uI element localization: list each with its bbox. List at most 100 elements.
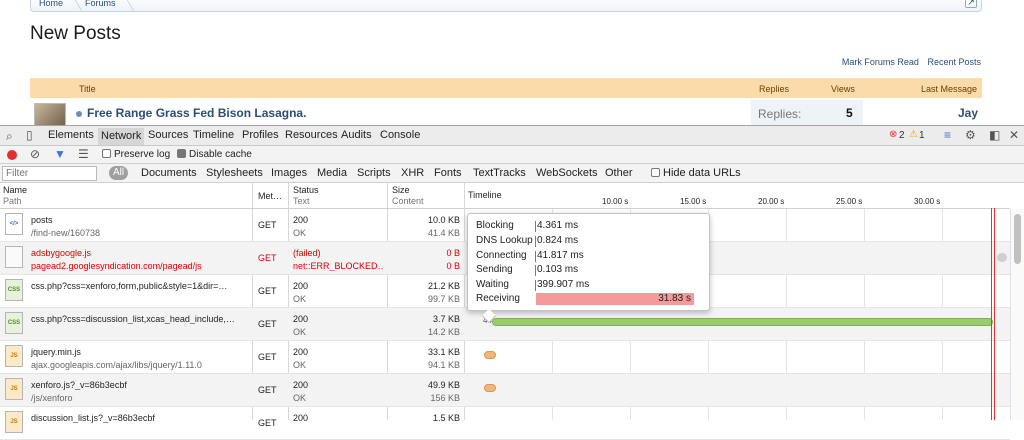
filter-websockets[interactable]: WebSockets <box>536 167 598 179</box>
inspect-icon[interactable]: ⌕ <box>6 129 13 144</box>
filter-xhr[interactable]: XHR <box>401 167 424 179</box>
page-title: New Posts <box>30 23 121 44</box>
tooltip-label: Waiting <box>476 279 509 290</box>
tooltip-label: Connecting <box>476 250 527 261</box>
waterfall-bar[interactable] <box>997 253 1007 262</box>
scrollbar-thumb[interactable] <box>1014 214 1021 264</box>
filter-images[interactable]: Images <box>271 167 307 179</box>
filter-icon[interactable]: ▼ <box>54 147 66 161</box>
hide-data-urls-checkbox[interactable]: Hide data URLs <box>651 167 741 179</box>
row-status-text: net::ERR_BLOCKED… <box>293 261 383 271</box>
table-row[interactable]: JS xenforo.js?_v=86b3ecbf /js/xenforo GE… <box>0 374 1010 407</box>
tooltip-label: DNS Lookup <box>476 235 533 246</box>
col-text[interactable]: Text <box>293 196 310 206</box>
recent-posts-link[interactable]: Recent Posts <box>927 57 981 67</box>
tick-label: 20.00 s <box>758 197 785 206</box>
col-size[interactable]: Size <box>392 185 410 195</box>
row-path: pagead2.googlesyndication.com/pagead/js <box>31 261 202 271</box>
tick-label: 30.00 s <box>914 197 941 206</box>
filter-all[interactable]: All <box>109 166 128 180</box>
col-method[interactable]: Met… <box>258 191 282 201</box>
forum-page: Home Forums ↗ New Posts Mark Forums Read… <box>0 0 1024 125</box>
thread-title[interactable]: Free Range Grass Fed Bison Lasagna. <box>87 106 306 120</box>
tab-audits[interactable]: Audits <box>341 129 372 141</box>
row-method: GET <box>258 286 277 296</box>
col-status[interactable]: Status <box>293 185 319 195</box>
row-method: GET <box>258 418 277 428</box>
row-size: 33.1 KB <box>427 347 460 357</box>
table-row[interactable]: JS discussion_list.js?_v=86b3ecbf GET 20… <box>0 407 1010 440</box>
header-title[interactable]: Title <box>79 84 96 94</box>
filter-fonts[interactable]: Fonts <box>434 167 462 179</box>
list-view-icon[interactable]: ☰ <box>78 147 89 161</box>
header-replies[interactable]: Replies <box>759 84 789 94</box>
row-name: posts <box>31 215 53 225</box>
error-count[interactable]: 2 <box>899 130 905 141</box>
avatar[interactable] <box>34 103 66 125</box>
error-icon[interactable]: ⊗ <box>889 129 897 140</box>
table-row[interactable]: JS jquery.min.js ajax.googleapis.com/aja… <box>0 341 1010 374</box>
settings-icon[interactable]: ⚙ <box>965 128 976 142</box>
tab-resources[interactable]: Resources <box>285 129 338 141</box>
waterfall-bar[interactable] <box>484 351 496 359</box>
thread-list-header: Title Replies Views Last Message <box>30 78 982 98</box>
filter-texttracks[interactable]: TextTracks <box>473 167 526 179</box>
row-name: xenforo.js?_v=86b3ecbf <box>31 380 127 390</box>
mark-forums-read-link[interactable]: Mark Forums Read <box>842 57 919 67</box>
filter-media[interactable]: Media <box>317 167 347 179</box>
last-message-user[interactable]: Jay <box>958 106 978 120</box>
timing-tick <box>535 251 536 262</box>
header-last-message[interactable]: Last Message <box>921 84 977 94</box>
breadcrumb-forums[interactable]: Forums <box>85 0 116 8</box>
row-status: 200 <box>293 347 309 357</box>
clear-icon[interactable]: ⊘ <box>30 147 40 161</box>
dock-icon[interactable]: ◧ <box>989 128 1000 142</box>
jump-icon[interactable]: ↗ <box>965 0 977 8</box>
row-status-text: OK <box>293 393 307 403</box>
disable-cache-checkbox[interactable]: Disable cache <box>177 149 252 160</box>
tab-elements[interactable]: Elements <box>48 129 94 141</box>
waterfall-bar[interactable] <box>484 384 496 392</box>
filter-input[interactable] <box>2 166 97 181</box>
load-marker <box>994 208 995 420</box>
tooltip-value: 31.83 s <box>658 293 691 304</box>
filter-scripts[interactable]: Scripts <box>357 167 391 179</box>
col-timeline[interactable]: Timeline <box>468 190 502 200</box>
row-size: 3.7 KB <box>432 314 460 324</box>
tick-label: 10.00 s <box>602 197 629 206</box>
tooltip-label: Blocking <box>476 220 514 231</box>
filter-stylesheets[interactable]: Stylesheets <box>206 167 263 179</box>
console-drawer-icon[interactable]: ≡ <box>944 128 951 142</box>
col-path[interactable]: Path <box>3 196 22 206</box>
hide-data-urls-label: Hide data URLs <box>663 167 741 179</box>
blank-file-icon <box>5 246 23 268</box>
record-icon[interactable] <box>7 150 17 160</box>
col-name[interactable]: Name <box>3 185 27 195</box>
tab-timeline[interactable]: Timeline <box>193 129 234 141</box>
warning-count[interactable]: 1 <box>919 130 925 141</box>
filter-documents[interactable]: Documents <box>141 167 197 179</box>
filter-other[interactable]: Other <box>605 167 633 179</box>
row-size: 49.9 KB <box>427 380 460 390</box>
tab-profiles[interactable]: Profiles <box>242 129 279 141</box>
tooltip-value: 399.907 ms <box>537 279 590 290</box>
js-icon: JS <box>5 411 23 433</box>
tab-network[interactable]: Network <box>98 128 145 145</box>
waterfall-bar-receiving[interactable] <box>492 318 993 326</box>
breadcrumb-home[interactable]: Home <box>39 0 63 8</box>
tab-sources[interactable]: Sources <box>148 129 188 141</box>
row-size: 10.0 KB <box>427 215 460 225</box>
close-icon[interactable]: ✕ <box>1009 128 1019 142</box>
row-name: discussion_list.js?_v=86b3ecbf <box>31 413 155 423</box>
preserve-log-checkbox[interactable]: Preserve log <box>102 149 170 160</box>
html-icon: </> <box>5 213 23 235</box>
tab-console[interactable]: Console <box>380 129 420 141</box>
preserve-log-label: Preserve log <box>114 149 171 160</box>
col-content[interactable]: Content <box>392 196 424 206</box>
warning-icon[interactable]: ⚠ <box>909 129 918 140</box>
disable-cache-label: Disable cache <box>189 149 252 160</box>
header-views[interactable]: Views <box>831 84 855 94</box>
tick-label: 15.00 s <box>680 197 707 206</box>
tooltip-value: 41.817 ms <box>537 250 584 261</box>
device-icon[interactable]: ▯ <box>26 128 33 142</box>
